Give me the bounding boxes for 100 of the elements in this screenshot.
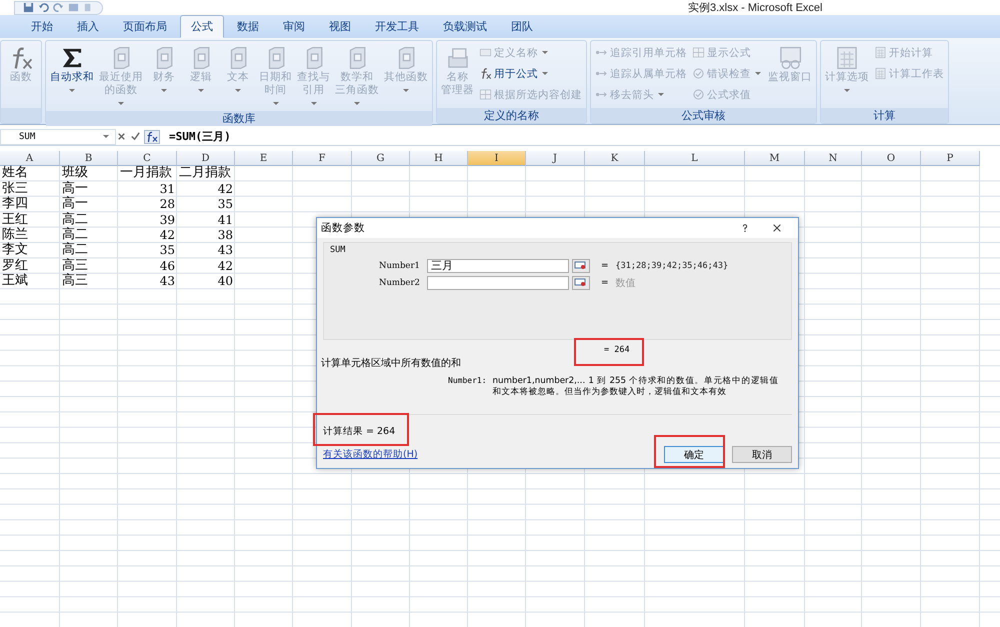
column-header[interactable]: K (585, 151, 645, 166)
argument-label: Number1 (379, 260, 421, 270)
table-cell-text: 42 (158, 228, 176, 244)
column-header[interactable]: D (177, 151, 235, 166)
argument-result: {31;28;39;42;35;46;43} (616, 260, 728, 270)
formula-result: = 264 (604, 345, 631, 355)
column-header[interactable]: M (745, 151, 805, 166)
help-link[interactable]: 有关该函数的帮助(H) (321, 448, 418, 461)
collapse-dialog-icon[interactable] (572, 276, 590, 290)
ribbon-tab[interactable]: 数据 (226, 15, 270, 38)
function-icon (479, 67, 492, 80)
table-cell-text: 46 (158, 258, 176, 274)
calculator-icon (874, 67, 887, 80)
ribbon-tab[interactable]: 开始 (20, 15, 64, 38)
argument-label: Number2 (379, 278, 421, 288)
argument-field[interactable] (427, 276, 569, 290)
ribbon-tab[interactable]: 团队 (500, 15, 544, 38)
column-header[interactable]: J (526, 151, 585, 166)
grid-icon (479, 88, 492, 101)
table-cell-text: 高三 (61, 258, 89, 273)
undo-icon[interactable] (38, 2, 49, 13)
group-label: 公式审核 (591, 108, 816, 123)
name-box[interactable]: SUM (0, 128, 116, 144)
ribbon-tab[interactable]: 插入 (66, 15, 110, 38)
table-cell-text: 高三 (61, 274, 89, 290)
column-header[interactable]: E (235, 151, 293, 166)
column-header[interactable]: A (0, 151, 60, 166)
dialog-button[interactable]: 确定 (664, 446, 724, 463)
table-cell-text: 38 (216, 228, 234, 244)
equals-sign: = (601, 278, 609, 288)
table-cell-text: 一月捐款 (119, 166, 173, 182)
argument-help-text: number1,number2,... 1 到 255 个待求和的数值。单元格中的逻辑值和文本将被忽略。但当作为参数键入时，逻辑值和文本有效 (492, 376, 779, 398)
column-header[interactable]: F (293, 151, 352, 166)
table-cell-text: 43 (216, 243, 234, 259)
table-cell-text: 39 (158, 212, 176, 228)
close-icon[interactable] (772, 223, 782, 233)
group-label: 定义的名称 (437, 108, 586, 123)
grid-icon (692, 46, 705, 59)
formula-field[interactable]: =SUM(三月) (169, 129, 231, 144)
group-label: 计算 (821, 108, 948, 123)
check-icon (692, 67, 705, 80)
column-header[interactable]: P (921, 151, 980, 166)
collapse-dialog-icon[interactable] (572, 258, 590, 272)
calculator-icon (874, 46, 887, 59)
table-cell-text: 35 (216, 197, 234, 213)
table-cell-text: 二月捐款 (178, 166, 232, 182)
ribbon-button[interactable]: 用于公式 (477, 64, 584, 83)
ribbon-tab[interactable]: 负载测试 (432, 15, 498, 38)
table-cell-text: 42 (216, 182, 234, 198)
table-cell-text: 43 (158, 274, 176, 290)
equals-sign: = (601, 260, 609, 270)
ribbon-tab[interactable]: 审阅 (272, 15, 316, 38)
ribbon-tab[interactable]: 视图 (318, 15, 362, 38)
ribbon-tab[interactable]: 开发工具 (364, 15, 430, 38)
annotation-box (654, 435, 725, 468)
function-name: SUM (330, 245, 346, 255)
table-cell-text: 张三 (1, 182, 29, 196)
table-cell-text: 41 (216, 212, 234, 228)
function-description: 计算单元格区域中所有数值的和 (321, 356, 461, 370)
ribbon-button[interactable]: 自动求和 (48, 43, 96, 98)
argument-result: 数值 (616, 276, 636, 290)
column-header[interactable]: G (352, 151, 410, 166)
column-header[interactable]: N (805, 151, 862, 166)
argument-field[interactable]: 三月 (427, 258, 569, 272)
column-header[interactable]: L (645, 151, 745, 166)
table-cell-text: 李文 (1, 243, 29, 258)
table-cell-text: 高二 (61, 243, 89, 258)
check-icon (692, 88, 705, 101)
table-cell-text: 35 (158, 243, 176, 259)
dropdown-icon[interactable] (103, 135, 109, 138)
table-cell-text: 李四 (1, 197, 29, 212)
column-header[interactable]: B (60, 151, 118, 166)
table-cell-text: 王红 (1, 212, 29, 227)
table-cell-text: 王斌 (1, 274, 29, 290)
group-label: 函数库 (46, 111, 432, 126)
ribbon-tab[interactable]: 页面布局 (112, 15, 178, 38)
column-header[interactable]: I (468, 151, 526, 166)
column-header[interactable]: C (118, 151, 177, 166)
table-cell-text: 高一 (61, 197, 89, 212)
calculation-result: 计算结果 = 264 (322, 425, 396, 438)
save-icon[interactable] (23, 2, 34, 13)
table-cell-text: 高二 (61, 228, 89, 242)
cancel-icon[interactable] (116, 131, 127, 142)
table-cell-text: 高一 (61, 182, 89, 196)
column-header[interactable]: H (410, 151, 468, 166)
enter-icon[interactable] (130, 131, 141, 142)
argument-help-label: Number1: (448, 376, 487, 387)
table-cell-text: 罗红 (1, 258, 29, 273)
help-icon[interactable] (740, 223, 750, 233)
insert-function-icon[interactable] (144, 130, 160, 144)
table-cell-text: 高二 (61, 212, 89, 227)
dialog-title: 函数参数 (321, 221, 365, 235)
annotation-box (574, 338, 644, 366)
window-title: 实例3.xlsx - Microsoft Excel (688, 0, 822, 15)
ribbon-tab[interactable]: 公式 (180, 15, 224, 38)
table-cell-text: 姓名 (1, 166, 29, 181)
column-header[interactable]: O (862, 151, 921, 166)
dialog-button[interactable]: 取消 (732, 446, 792, 463)
table-cell-text: 40 (216, 274, 234, 290)
table-cell-text: 陈兰 (1, 228, 29, 242)
